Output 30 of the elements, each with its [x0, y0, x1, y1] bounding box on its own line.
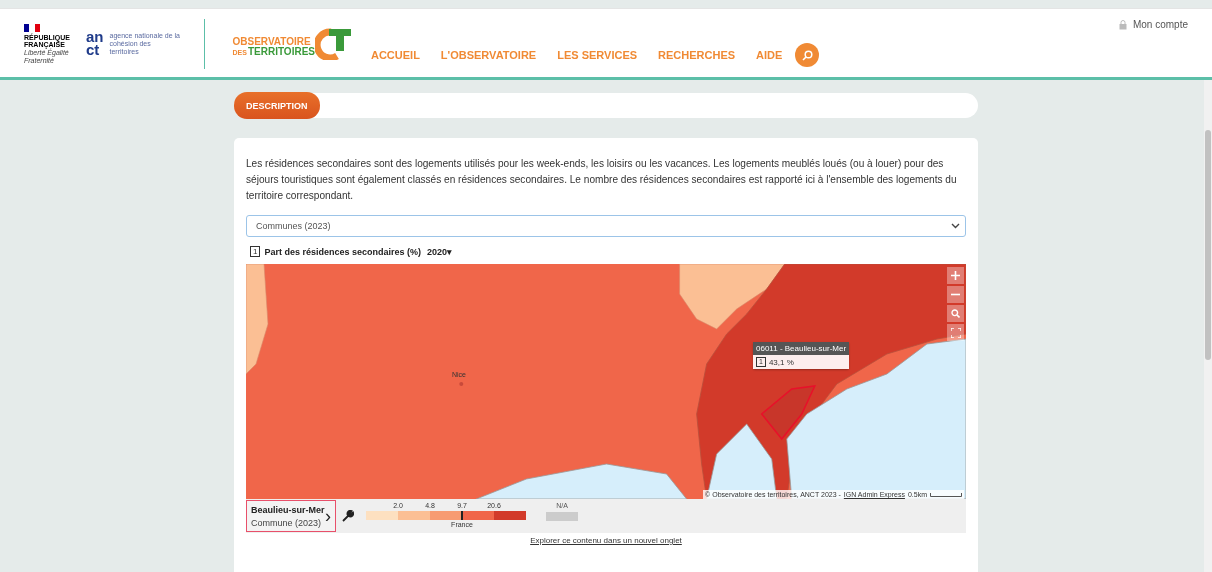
scrollbar[interactable]: [1204, 80, 1212, 572]
year-dropdown[interactable]: 2020▾: [427, 246, 453, 257]
scale-bar-icon: [930, 492, 962, 497]
indicator-number: 1: [250, 246, 261, 257]
fullscreen-icon: [950, 327, 961, 338]
fullscreen-button[interactable]: [947, 324, 964, 341]
zoom-in-button[interactable]: [947, 267, 964, 284]
territory-level: Commune (2023): [251, 517, 323, 528]
lock-icon: [1118, 19, 1127, 30]
chevron-down-icon: [951, 223, 960, 229]
explore-link[interactable]: Explorer ce contenu dans un nouvel onglet: [530, 536, 682, 545]
ct-logo-icon: [314, 28, 351, 60]
search-button[interactable]: [947, 305, 964, 322]
search-icon: [801, 49, 813, 61]
next-arrow: ›: [325, 507, 331, 525]
search-button[interactable]: [795, 43, 820, 67]
level-select[interactable]: Communes (2023): [246, 215, 966, 237]
zoom-out-button[interactable]: [947, 286, 964, 303]
indicator-title: Part des résidences secondaires (%): [264, 246, 422, 257]
territory-name: Beaulieu-sur-Mer: [251, 504, 325, 515]
plus-icon: [951, 271, 960, 280]
search-icon: [951, 309, 960, 318]
reference-marker: [461, 511, 463, 520]
tooltip-value: 43,1 %: [768, 357, 794, 367]
description-tab[interactable]: DESCRIPTION: [234, 92, 320, 119]
wrench-icon[interactable]: [342, 510, 354, 522]
tooltip-title: 06011 - Beaulieu-sur-Mer: [753, 342, 850, 355]
flag-icon: [24, 23, 40, 32]
description-text: Les résidences secondaires sont des logements utilisés pour les week-ends, les loisirs ou les vacances. Les logements meublés loués (ou à louer) pour des séjours touristiques sont également classés en résidences secondaires. Le nombre des résidences secondaires est rapporté ici à l'ensemble des logements du territoire correspondant.: [246, 157, 958, 203]
account-link[interactable]: Mon compte: [1118, 19, 1188, 30]
